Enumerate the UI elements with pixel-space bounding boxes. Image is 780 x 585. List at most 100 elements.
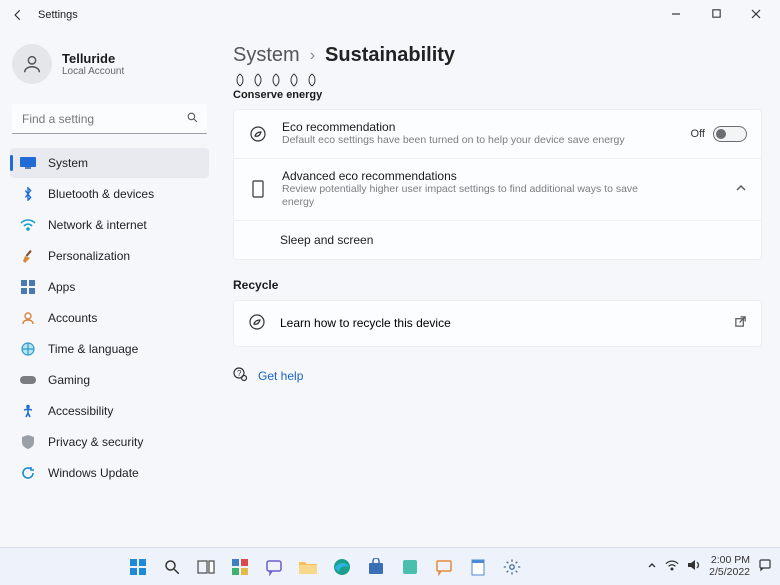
user-block[interactable]: Telluride Local Account bbox=[10, 38, 209, 94]
sleep-screen-label: Sleep and screen bbox=[280, 233, 373, 247]
notifications-button[interactable] bbox=[758, 558, 772, 575]
sidebar-item-personalization[interactable]: Personalization bbox=[10, 241, 209, 271]
main-content: System › Sustainability Conserve energy bbox=[215, 30, 780, 547]
external-link-icon bbox=[734, 315, 747, 331]
window-controls bbox=[666, 8, 774, 23]
tray-wifi-icon[interactable] bbox=[665, 560, 679, 574]
eco-toggle[interactable] bbox=[713, 126, 747, 142]
task-view-button[interactable] bbox=[192, 553, 220, 581]
sidebar: Telluride Local Account System Bluetooth… bbox=[0, 30, 215, 547]
avatar bbox=[12, 44, 52, 84]
taskbar: 2:00 PM 2/5/2022 bbox=[0, 547, 780, 585]
breadcrumb: System › Sustainability bbox=[233, 44, 762, 67]
page-title: Sustainability bbox=[325, 44, 455, 67]
sidebar-item-label: Bluetooth & devices bbox=[48, 187, 154, 201]
bluetooth-icon bbox=[20, 186, 36, 202]
sidebar-item-apps[interactable]: Apps bbox=[10, 272, 209, 302]
search-icon bbox=[186, 111, 199, 127]
system-icon bbox=[20, 155, 36, 171]
sidebar-item-label: Personalization bbox=[48, 249, 130, 263]
accessibility-icon bbox=[20, 403, 36, 419]
feedback-button[interactable] bbox=[430, 553, 458, 581]
sidebar-item-label: Time & language bbox=[48, 342, 138, 356]
sidebar-item-label: Network & internet bbox=[48, 218, 147, 232]
tray-clock[interactable]: 2:00 PM 2/5/2022 bbox=[709, 555, 750, 578]
sidebar-item-label: Windows Update bbox=[48, 466, 139, 480]
sidebar-item-label: Accessibility bbox=[48, 404, 113, 418]
chat-button[interactable] bbox=[260, 553, 288, 581]
recycle-section-label: Recycle bbox=[233, 278, 762, 292]
sidebar-item-label: Privacy & security bbox=[48, 435, 143, 449]
store-button[interactable] bbox=[362, 553, 390, 581]
sidebar-item-label: Gaming bbox=[48, 373, 90, 387]
advanced-desc: Review potentially higher user impact se… bbox=[282, 183, 642, 210]
sidebar-item-time[interactable]: Time & language bbox=[10, 334, 209, 364]
sidebar-nav: System Bluetooth & devices Network & int… bbox=[10, 148, 209, 488]
recycle-link-row[interactable]: Learn how to recycle this device bbox=[233, 300, 762, 347]
get-help-label: Get help bbox=[258, 369, 303, 383]
sidebar-item-network[interactable]: Network & internet bbox=[10, 210, 209, 240]
tray-time: 2:00 PM bbox=[711, 555, 750, 567]
eco-desc: Default eco settings have been turned on… bbox=[282, 134, 642, 148]
search-input[interactable] bbox=[12, 104, 207, 134]
taskbar-search-button[interactable] bbox=[158, 553, 186, 581]
breadcrumb-parent[interactable]: System bbox=[233, 44, 300, 67]
shield-icon bbox=[20, 434, 36, 450]
edge-button[interactable] bbox=[328, 553, 356, 581]
taskbar-center bbox=[8, 553, 641, 581]
gaming-icon bbox=[20, 372, 36, 388]
eco-title: Eco recommendation bbox=[282, 120, 677, 134]
tray-volume-icon[interactable] bbox=[687, 559, 701, 574]
help-icon: ? bbox=[233, 367, 248, 385]
toggle-state-label: Off bbox=[691, 128, 705, 140]
leaf-icon bbox=[233, 73, 247, 87]
settings-button[interactable] bbox=[498, 553, 526, 581]
sidebar-item-system[interactable]: System bbox=[10, 148, 209, 178]
globe-icon bbox=[20, 341, 36, 357]
search-box[interactable] bbox=[12, 104, 207, 134]
eco-recommendation-row[interactable]: Eco recommendation Default eco settings … bbox=[234, 110, 761, 159]
leaf-icon bbox=[251, 73, 265, 87]
sidebar-item-accessibility[interactable]: Accessibility bbox=[10, 396, 209, 426]
start-button[interactable] bbox=[124, 553, 152, 581]
notepad-button[interactable] bbox=[464, 553, 492, 581]
minimize-button[interactable] bbox=[666, 8, 686, 23]
conserve-card-group: Eco recommendation Default eco settings … bbox=[233, 109, 762, 260]
conserve-section-label: Conserve energy bbox=[233, 89, 762, 101]
user-subtitle: Local Account bbox=[62, 66, 124, 77]
leaf-icon bbox=[287, 73, 301, 87]
chevron-right-icon: › bbox=[310, 47, 315, 65]
account-icon bbox=[20, 310, 36, 326]
sidebar-item-label: System bbox=[48, 156, 88, 170]
settings-window: Settings Telluride Local Account bbox=[0, 0, 780, 585]
sidebar-item-update[interactable]: Windows Update bbox=[10, 458, 209, 488]
eco-leaf-icon bbox=[248, 125, 268, 143]
sidebar-item-bluetooth[interactable]: Bluetooth & devices bbox=[10, 179, 209, 209]
back-button[interactable] bbox=[6, 3, 30, 27]
leaf-indicator bbox=[233, 73, 762, 87]
window-title: Settings bbox=[38, 9, 78, 21]
sidebar-item-label: Accounts bbox=[48, 311, 97, 325]
maximize-button[interactable] bbox=[706, 8, 726, 23]
recycle-link-label: Learn how to recycle this device bbox=[280, 316, 451, 330]
user-name: Telluride bbox=[62, 51, 124, 66]
widgets-button[interactable] bbox=[226, 553, 254, 581]
close-button[interactable] bbox=[746, 8, 766, 23]
recycle-leaf-icon bbox=[248, 313, 266, 334]
device-icon bbox=[248, 180, 268, 198]
sidebar-item-accounts[interactable]: Accounts bbox=[10, 303, 209, 333]
advanced-eco-row[interactable]: Advanced eco recommendations Review pote… bbox=[234, 159, 761, 221]
wifi-icon bbox=[20, 217, 36, 233]
sleep-and-screen-row[interactable]: Sleep and screen bbox=[234, 221, 761, 259]
sidebar-item-gaming[interactable]: Gaming bbox=[10, 365, 209, 395]
explorer-button[interactable] bbox=[294, 553, 322, 581]
get-help-link[interactable]: ? Get help bbox=[233, 367, 762, 385]
sidebar-item-label: Apps bbox=[48, 280, 75, 294]
titlebar: Settings bbox=[0, 0, 780, 30]
tray-chevron-icon[interactable] bbox=[647, 560, 657, 573]
system-tray[interactable]: 2:00 PM 2/5/2022 bbox=[647, 555, 772, 578]
leaf-icon bbox=[269, 73, 283, 87]
app-button[interactable] bbox=[396, 553, 424, 581]
sidebar-item-privacy[interactable]: Privacy & security bbox=[10, 427, 209, 457]
apps-icon bbox=[20, 279, 36, 295]
